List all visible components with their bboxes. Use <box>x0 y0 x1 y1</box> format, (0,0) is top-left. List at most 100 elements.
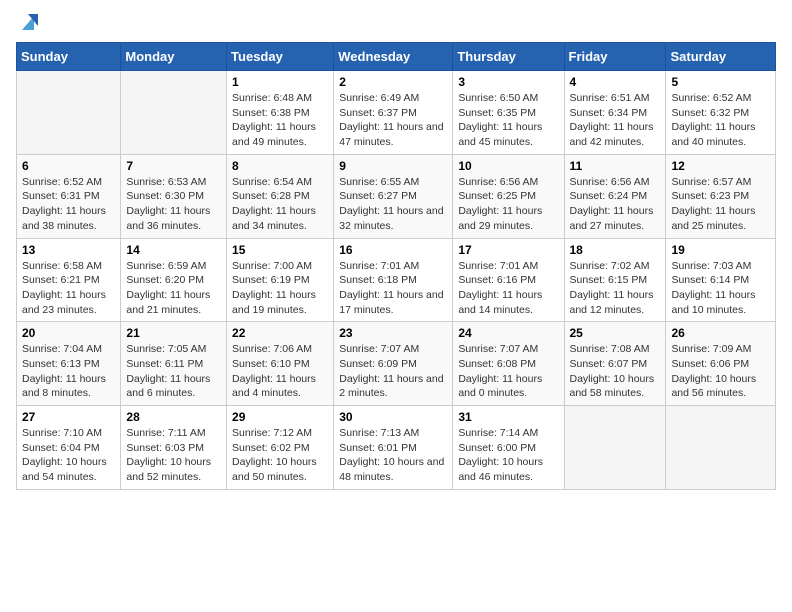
day-cell: 21 Sunrise: 7:05 AMSunset: 6:11 PMDayligh… <box>121 322 227 406</box>
page-header <box>16 16 776 32</box>
col-header-monday: Monday <box>121 43 227 71</box>
day-info: Sunrise: 7:07 AMSunset: 6:09 PMDaylight:… <box>339 342 447 401</box>
day-number: 4 <box>570 75 661 89</box>
day-number: 5 <box>671 75 770 89</box>
day-cell: 1Sunrise: 6:48 AMSunset: 6:38 PMDaylight… <box>227 71 334 155</box>
day-cell: 17Sunrise: 7:01 AMSunset: 6:16 PMDayligh… <box>453 238 564 322</box>
col-header-wednesday: Wednesday <box>334 43 453 71</box>
day-number: 23 <box>339 326 447 340</box>
day-cell: 10 Sunrise: 6:56 AMSunset: 6:25 PMDayligh… <box>453 154 564 238</box>
day-info: Sunrise: 6:56 AMSunset: 6:24 PMDaylight:… <box>570 175 661 234</box>
col-header-friday: Friday <box>564 43 666 71</box>
week-row-4: 20Sunrise: 7:04 AMSunset: 6:13 PMDayligh… <box>17 322 776 406</box>
day-cell: 31 Sunrise: 7:14 AMSunset: 6:00 PMDayligh… <box>453 406 564 490</box>
day-number: 3 <box>458 75 558 89</box>
day-cell: 6 Sunrise: 6:52 AMSunset: 6:31 PMDaylight… <box>17 154 121 238</box>
day-number: 26 <box>671 326 770 340</box>
day-number: 31 <box>458 410 558 424</box>
day-info: Sunrise: 7:09 AMSunset: 6:06 PMDaylight:… <box>671 342 770 401</box>
day-cell: 11 Sunrise: 6:56 AMSunset: 6:24 PMDayligh… <box>564 154 666 238</box>
day-number: 24 <box>458 326 558 340</box>
day-number: 21 <box>126 326 221 340</box>
day-info: Sunrise: 6:53 AMSunset: 6:30 PMDaylight:… <box>126 175 221 234</box>
day-number: 8 <box>232 159 328 173</box>
day-cell: 18Sunrise: 7:02 AMSunset: 6:15 PMDayligh… <box>564 238 666 322</box>
day-number: 30 <box>339 410 447 424</box>
day-number: 17 <box>458 243 558 257</box>
day-number: 1 <box>232 75 328 89</box>
day-cell: 13 Sunrise: 6:58 AMSunset: 6:21 PMDayligh… <box>17 238 121 322</box>
day-info: Sunrise: 6:57 AMSunset: 6:23 PMDaylight:… <box>671 175 770 234</box>
day-cell: 26 Sunrise: 7:09 AMSunset: 6:06 PMDayligh… <box>666 322 776 406</box>
day-info: Sunrise: 6:54 AMSunset: 6:28 PMDaylight:… <box>232 175 328 234</box>
col-header-thursday: Thursday <box>453 43 564 71</box>
day-number: 16 <box>339 243 447 257</box>
day-number: 12 <box>671 159 770 173</box>
day-cell: 5 Sunrise: 6:52 AMSunset: 6:32 PMDaylight… <box>666 71 776 155</box>
header-row: SundayMondayTuesdayWednesdayThursdayFrid… <box>17 43 776 71</box>
day-info: Sunrise: 6:58 AMSunset: 6:21 PMDaylight:… <box>22 259 115 318</box>
day-cell <box>17 71 121 155</box>
day-number: 29 <box>232 410 328 424</box>
week-row-5: 27Sunrise: 7:10 AMSunset: 6:04 PMDayligh… <box>17 406 776 490</box>
day-info: Sunrise: 7:08 AMSunset: 6:07 PMDaylight:… <box>570 342 661 401</box>
day-cell: 4 Sunrise: 6:51 AMSunset: 6:34 PMDaylight… <box>564 71 666 155</box>
day-info: Sunrise: 6:52 AMSunset: 6:31 PMDaylight:… <box>22 175 115 234</box>
col-header-tuesday: Tuesday <box>227 43 334 71</box>
day-cell: 28Sunrise: 7:11 AMSunset: 6:03 PMDayligh… <box>121 406 227 490</box>
day-info: Sunrise: 6:59 AMSunset: 6:20 PMDaylight:… <box>126 259 221 318</box>
day-number: 13 <box>22 243 115 257</box>
day-cell: 22 Sunrise: 7:06 AMSunset: 6:10 PMDayligh… <box>227 322 334 406</box>
day-info: Sunrise: 7:05 AMSunset: 6:11 PMDaylight:… <box>126 342 221 401</box>
day-info: Sunrise: 7:03 AMSunset: 6:14 PMDaylight:… <box>671 259 770 318</box>
day-cell: 19 Sunrise: 7:03 AMSunset: 6:14 PMDayligh… <box>666 238 776 322</box>
week-row-3: 13 Sunrise: 6:58 AMSunset: 6:21 PMDayligh… <box>17 238 776 322</box>
day-number: 7 <box>126 159 221 173</box>
day-cell: 2 Sunrise: 6:49 AMSunset: 6:37 PMDaylight… <box>334 71 453 155</box>
day-cell: 7 Sunrise: 6:53 AMSunset: 6:30 PMDaylight… <box>121 154 227 238</box>
logo-arrow-icon <box>18 12 38 32</box>
day-cell: 8 Sunrise: 6:54 AMSunset: 6:28 PMDaylight… <box>227 154 334 238</box>
day-cell: 30 Sunrise: 7:13 AMSunset: 6:01 PMDayligh… <box>334 406 453 490</box>
col-header-saturday: Saturday <box>666 43 776 71</box>
day-info: Sunrise: 6:56 AMSunset: 6:25 PMDaylight:… <box>458 175 558 234</box>
day-info: Sunrise: 7:10 AMSunset: 6:04 PMDaylight:… <box>22 426 115 485</box>
day-number: 2 <box>339 75 447 89</box>
day-info: Sunrise: 7:11 AMSunset: 6:03 PMDaylight:… <box>126 426 221 485</box>
day-number: 10 <box>458 159 558 173</box>
calendar-table: SundayMondayTuesdayWednesdayThursdayFrid… <box>16 42 776 490</box>
day-cell: 16 Sunrise: 7:01 AMSunset: 6:18 PMDayligh… <box>334 238 453 322</box>
day-number: 11 <box>570 159 661 173</box>
day-cell: 29 Sunrise: 7:12 AMSunset: 6:02 PMDayligh… <box>227 406 334 490</box>
day-number: 14 <box>126 243 221 257</box>
day-info: Sunrise: 7:00 AMSunset: 6:19 PMDaylight:… <box>232 259 328 318</box>
day-number: 22 <box>232 326 328 340</box>
day-info: Sunrise: 7:02 AMSunset: 6:15 PMDaylight:… <box>570 259 661 318</box>
day-cell <box>121 71 227 155</box>
day-number: 15 <box>232 243 328 257</box>
day-cell: 27Sunrise: 7:10 AMSunset: 6:04 PMDayligh… <box>17 406 121 490</box>
week-row-2: 6 Sunrise: 6:52 AMSunset: 6:31 PMDaylight… <box>17 154 776 238</box>
day-cell: 25 Sunrise: 7:08 AMSunset: 6:07 PMDayligh… <box>564 322 666 406</box>
day-number: 19 <box>671 243 770 257</box>
day-cell: 15 Sunrise: 7:00 AMSunset: 6:19 PMDayligh… <box>227 238 334 322</box>
day-info: Sunrise: 7:07 AMSunset: 6:08 PMDaylight:… <box>458 342 558 401</box>
day-info: Sunrise: 6:50 AMSunset: 6:35 PMDaylight:… <box>458 91 558 150</box>
day-cell: 24 Sunrise: 7:07 AMSunset: 6:08 PMDayligh… <box>453 322 564 406</box>
day-info: Sunrise: 6:52 AMSunset: 6:32 PMDaylight:… <box>671 91 770 150</box>
day-cell: 9Sunrise: 6:55 AMSunset: 6:27 PMDaylight… <box>334 154 453 238</box>
day-number: 20 <box>22 326 115 340</box>
day-number: 6 <box>22 159 115 173</box>
day-info: Sunrise: 7:13 AMSunset: 6:01 PMDaylight:… <box>339 426 447 485</box>
day-number: 9 <box>339 159 447 173</box>
day-info: Sunrise: 7:01 AMSunset: 6:18 PMDaylight:… <box>339 259 447 318</box>
day-info: Sunrise: 7:12 AMSunset: 6:02 PMDaylight:… <box>232 426 328 485</box>
day-info: Sunrise: 6:51 AMSunset: 6:34 PMDaylight:… <box>570 91 661 150</box>
col-header-sunday: Sunday <box>17 43 121 71</box>
day-info: Sunrise: 7:14 AMSunset: 6:00 PMDaylight:… <box>458 426 558 485</box>
day-cell: 14 Sunrise: 6:59 AMSunset: 6:20 PMDayligh… <box>121 238 227 322</box>
day-cell <box>666 406 776 490</box>
day-info: Sunrise: 7:06 AMSunset: 6:10 PMDaylight:… <box>232 342 328 401</box>
day-number: 25 <box>570 326 661 340</box>
day-info: Sunrise: 6:49 AMSunset: 6:37 PMDaylight:… <box>339 91 447 150</box>
